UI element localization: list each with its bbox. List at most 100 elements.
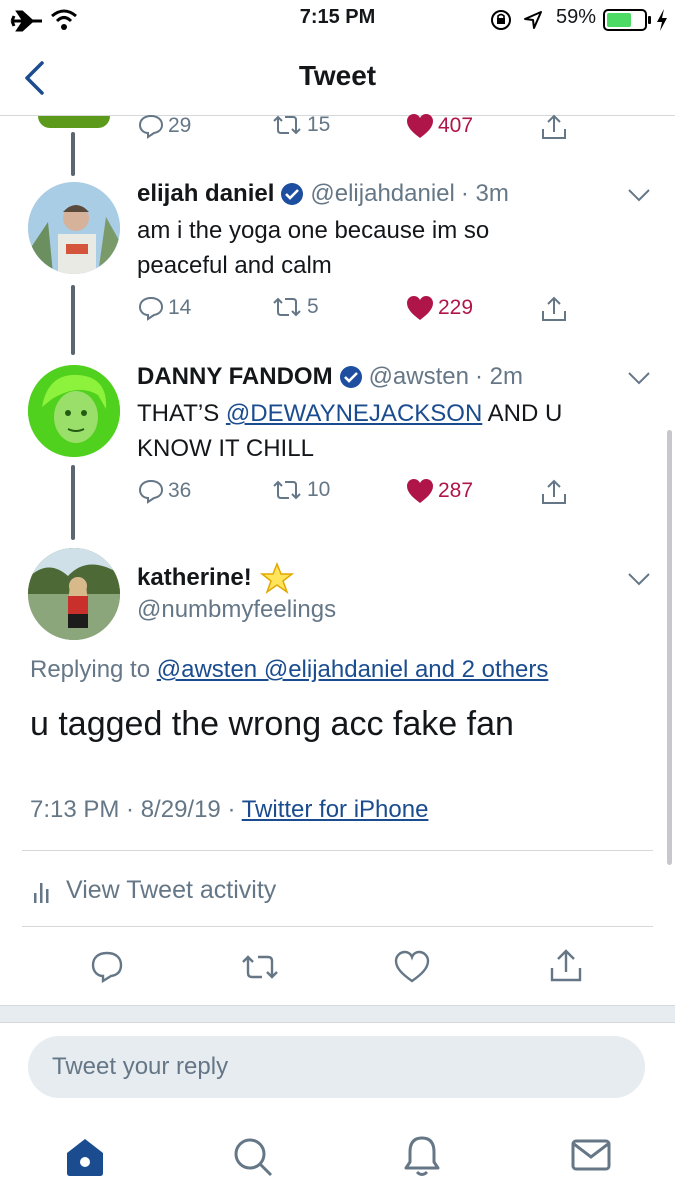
retweet-icon[interactable] xyxy=(240,952,280,982)
navigation-bar: Tweet xyxy=(0,40,675,116)
tweet-body: THAT’S @DEWAYNEJACKSON AND U KNOW IT CHI… xyxy=(137,396,637,466)
avatar[interactable] xyxy=(28,548,120,640)
avatar-image xyxy=(28,548,120,640)
reply-count: 14 xyxy=(168,296,192,319)
lock-rotation-icon xyxy=(491,10,511,30)
view-activity-row[interactable]: View Tweet activity xyxy=(30,876,276,905)
tweet-text: THAT’S xyxy=(137,400,226,427)
tweet-time: · 2m xyxy=(474,363,523,390)
retweet-count: 5 xyxy=(307,295,319,318)
reply-placeholder: Tweet your reply xyxy=(52,1053,229,1080)
tweet-timestamp: 7:13 PM · 8/29/19 · xyxy=(30,796,242,823)
messages-icon[interactable] xyxy=(570,1138,612,1172)
share-icon xyxy=(542,296,566,321)
tweet-text: u tagged the wrong acc fake fan xyxy=(30,705,514,743)
replying-to: Replying to @awsten @elijahdaniel and 2 … xyxy=(30,656,548,684)
retweet-icon xyxy=(273,297,301,317)
home-icon[interactable] xyxy=(64,1136,106,1178)
heart-icon xyxy=(407,114,433,138)
divider xyxy=(22,926,653,927)
share-button[interactable] xyxy=(540,113,568,141)
reply-count: 36 xyxy=(168,479,192,502)
battery-percent: 59% xyxy=(556,6,597,28)
replying-to-label: Replying to xyxy=(30,656,157,683)
author-handle[interactable]: @numbmyfeelings xyxy=(137,596,336,624)
tweet-time: · 3m xyxy=(460,180,509,207)
like-count: 287 xyxy=(438,479,474,502)
status-bar: 7:15 PM 59% xyxy=(0,0,675,40)
tab-bar xyxy=(0,1118,675,1200)
author-name[interactable]: katherine! xyxy=(137,564,252,592)
chevron-down-icon[interactable] xyxy=(627,371,651,385)
tweet-text-line: KNOW IT CHILL xyxy=(137,435,314,462)
tweet-meta: 7:13 PM · 8/29/19 · Twitter for iPhone xyxy=(30,796,428,824)
star-icon xyxy=(259,562,294,594)
author-name[interactable]: DANNY FANDOM xyxy=(137,363,333,391)
reply-icon[interactable] xyxy=(90,950,124,984)
reply-input[interactable]: Tweet your reply xyxy=(28,1036,645,1098)
activity-bars-icon xyxy=(34,882,49,903)
mention-link[interactable]: @DEWAYNEJACKSON xyxy=(226,400,482,427)
heart-icon[interactable] xyxy=(394,950,430,984)
like-count: 229 xyxy=(438,296,474,319)
view-activity-label: View Tweet activity xyxy=(66,876,277,904)
like-button[interactable]: 407 xyxy=(406,113,473,139)
tweet-text: AND U xyxy=(482,400,563,427)
reply-count: 29 xyxy=(168,114,192,137)
share-icon xyxy=(542,114,566,139)
tweet-actions: 14 5 229 xyxy=(138,295,638,329)
author-handle[interactable]: @elijahdaniel xyxy=(310,180,454,208)
share-icon[interactable] xyxy=(548,948,584,984)
tweet-text-line: am i the yoga one because im so xyxy=(137,217,490,244)
verified-badge-icon xyxy=(281,183,304,205)
share-button[interactable] xyxy=(540,478,568,506)
tweet-actions: 29 15 407 xyxy=(138,113,638,147)
tweet-source-link[interactable]: Twitter for iPhone xyxy=(242,796,429,823)
avatar[interactable] xyxy=(28,182,120,274)
reply-button[interactable]: 14 xyxy=(138,295,191,321)
retweet-icon xyxy=(273,115,301,135)
thread-line xyxy=(71,132,75,176)
replying-to-links[interactable]: @awsten @elijahdaniel and 2 others xyxy=(157,656,549,683)
tweet-actions: 36 10 287 xyxy=(138,478,638,512)
thread-line xyxy=(71,465,75,540)
author-name[interactable]: elijah daniel xyxy=(137,180,274,208)
tweet-header: DANNY FANDOM @awsten · 2m xyxy=(137,363,617,391)
author-handle[interactable]: @awsten xyxy=(369,363,469,391)
retweet-count: 15 xyxy=(307,113,331,136)
chevron-down-icon[interactable] xyxy=(627,572,651,586)
search-icon[interactable] xyxy=(232,1136,274,1178)
share-button[interactable] xyxy=(540,295,568,323)
reply-button[interactable]: 36 xyxy=(138,478,191,504)
heart-icon xyxy=(407,296,433,320)
reply-icon xyxy=(138,114,164,139)
retweet-button[interactable]: 10 xyxy=(271,478,330,502)
like-button[interactable]: 287 xyxy=(406,478,473,504)
retweet-button[interactable]: 5 xyxy=(271,295,319,319)
avatar[interactable] xyxy=(38,116,110,128)
section-separator xyxy=(0,1005,675,1023)
divider xyxy=(22,850,653,851)
tweet-text-line: THAT’S @DEWAYNEJACKSON AND U xyxy=(137,396,637,431)
retweet-count: 10 xyxy=(307,478,331,501)
avatar[interactable] xyxy=(28,365,120,457)
avatar-image xyxy=(28,182,120,274)
page-title: Tweet xyxy=(298,60,377,91)
scrollbar[interactable] xyxy=(667,430,672,865)
avatar-image xyxy=(28,365,120,457)
charging-icon xyxy=(657,9,667,31)
reply-button[interactable]: 29 xyxy=(138,113,191,139)
retweet-button[interactable]: 15 xyxy=(271,113,330,137)
like-button[interactable]: 229 xyxy=(406,295,473,321)
location-icon xyxy=(524,11,542,29)
notifications-icon[interactable] xyxy=(402,1134,442,1178)
verified-badge-icon xyxy=(339,366,362,388)
tweet-body: am i the yoga one because im so peaceful… xyxy=(137,213,637,283)
heart-icon xyxy=(407,479,433,503)
tweet-header: elijah daniel @elijahdaniel · 3m xyxy=(137,180,617,208)
chevron-down-icon[interactable] xyxy=(627,188,651,202)
tweet-text-line: peaceful and calm xyxy=(137,252,332,279)
share-icon xyxy=(542,479,566,504)
like-count: 407 xyxy=(438,114,474,137)
thread-line xyxy=(71,285,75,355)
